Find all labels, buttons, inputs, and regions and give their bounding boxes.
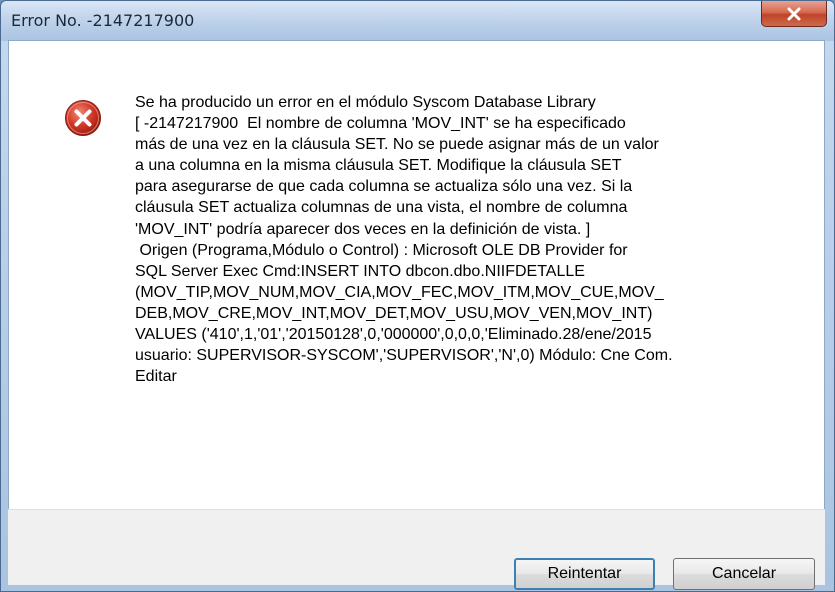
window-title: Error No. -2147217900 (11, 11, 195, 30)
close-button[interactable] (761, 1, 827, 27)
retry-button[interactable]: Reintentar (514, 558, 655, 590)
error-icon (65, 100, 101, 136)
close-icon (787, 7, 801, 20)
cancel-button[interactable]: Cancelar (673, 558, 815, 590)
error-message: Se ha producido un error en el módulo Sy… (135, 94, 673, 386)
title-bar[interactable]: Error No. -2147217900 (1, 1, 834, 41)
